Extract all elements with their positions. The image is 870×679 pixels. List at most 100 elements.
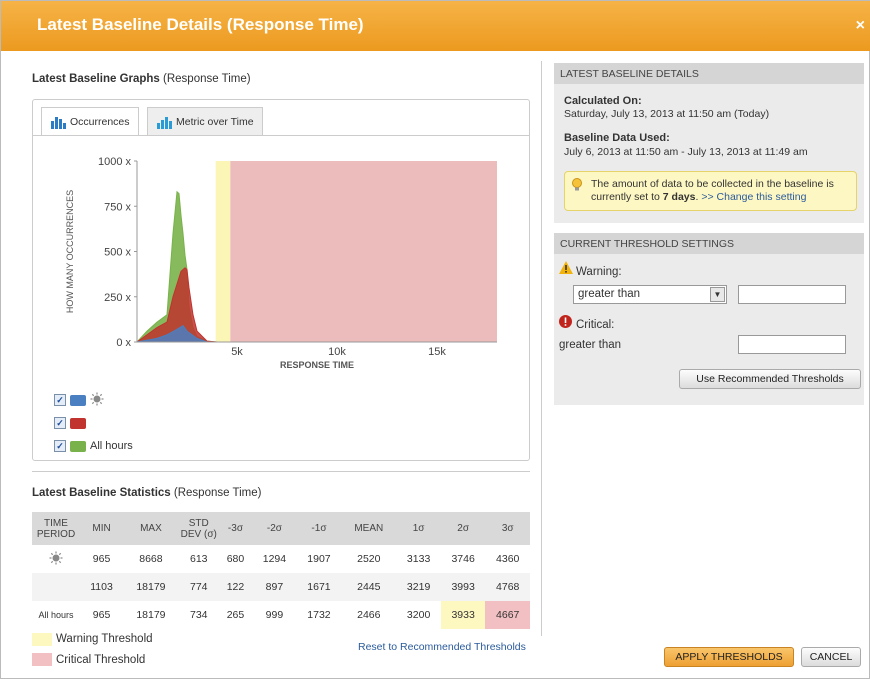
stats-heading-bold: Latest Baseline Statistics [32,487,171,499]
col-minus1: -1σ [296,512,342,545]
calculated-value: Saturday, July 13, 2013 at 11:50 am (Tod… [564,108,770,120]
cell: 897 [252,573,297,601]
table-row: 965 8668 613 680 1294 1907 2520 3133 374… [32,545,530,573]
cell: 3133 [406,553,431,565]
threshold-header: CURRENT THRESHOLD SETTINGS [554,233,864,254]
use-recommended-button[interactable]: Use Recommended Thresholds [679,369,861,389]
cell: 122 [218,573,253,601]
graphs-heading-rest: (Response Time) [159,73,251,85]
tab-metric-label: Metric over Time [176,115,254,128]
cell: 774 [178,573,219,601]
table-row: 1103 18179 774 122 897 1671 2445 3219 39… [32,573,530,601]
col-std-dev: STD DEV (σ) [178,512,219,545]
cell: 734 [189,609,208,621]
cell: 18179 [136,609,166,621]
y-tick-label: 0 x [116,337,131,349]
section-divider [32,471,530,472]
sun-icon [90,392,104,409]
col-min: MIN [80,512,124,545]
col-minus2: -2σ [252,512,297,545]
cell: 4360 [496,553,520,565]
legend-item-night[interactable]: ✓ [54,415,104,432]
graphs-heading: Latest Baseline Graphs (Response Time) [32,73,251,85]
y-tick-label: 500 x [104,247,131,259]
cell: 1294 [262,553,287,565]
cell-warning: 3933 [440,601,486,629]
cell: 3993 [440,573,486,601]
warning-label: Warning: [576,266,622,278]
col-plus3: 3σ [485,512,530,545]
cell: 4768 [485,573,530,601]
y-tick-label: 250 x [104,292,131,304]
day-checkbox[interactable]: ✓ [54,394,66,406]
cell: 999 [265,609,284,621]
cell: 3219 [396,573,441,601]
cell: 965 [92,553,111,565]
change-setting-link[interactable]: >> Change this setting [701,191,806,203]
legend-item-day[interactable]: ✓ [54,392,104,409]
column-separator [541,61,542,636]
col-plus2: 2σ [440,512,486,545]
y-axis-label: HOW MANY OCCURRENCES [65,190,75,313]
cell: 965 [92,609,111,621]
table-row: All hours 965 18179 734 265 999 1732 246… [32,601,530,629]
dialog-title: Latest Baseline Details (Response Time) [37,15,364,34]
cell: 680 [226,553,245,565]
day-swatch [70,394,86,406]
warning-operator-value: greater than [578,288,641,300]
stats-heading-rest: (Response Time) [170,487,262,499]
legend-item-all-hours[interactable]: ✓ All hours [54,439,133,453]
occurrences-chart: 1000 x 750 x 500 x 250 x 0 x 5k 10k 15k RESPONSE… [65,156,497,370]
critical-label: Critical: [576,319,615,331]
dialog-titlebar: Latest Baseline Details (Response Time) … [1,1,870,51]
cell: 613 [189,553,208,565]
warning-icon [559,261,573,277]
critical-key-label: Critical Threshold [56,654,146,666]
warning-band [215,161,231,342]
col-time-period: TIME PERIOD [32,512,80,545]
close-icon[interactable]: × [856,17,865,35]
cell: 1103 [80,573,124,601]
critical-key-swatch [32,653,52,666]
tab-metric-over-time[interactable]: Metric over Time [147,107,263,135]
critical-threshold-input[interactable] [738,335,846,354]
cell: 1907 [307,553,331,565]
x-tick-label: 15k [428,346,446,358]
y-tick-label: 750 x [104,201,131,213]
graphs-heading-bold: Latest Baseline Graphs [32,73,160,85]
moon-icon [32,573,80,601]
warning-key-swatch [32,633,52,646]
all-hours-label: All hours [90,440,133,452]
warning-threshold-input[interactable] [738,285,846,304]
x-tick-label: 5k [231,346,243,358]
bar-chart-icon [50,115,66,129]
cell: 2520 [357,553,381,565]
stats-header-row: TIME PERIOD MIN MAX STD DEV (σ) -3σ -2σ … [32,512,530,545]
tab-occurrences[interactable]: Occurrences [41,107,139,136]
critical-icon [559,315,572,331]
apply-thresholds-button[interactable]: APPLY THRESHOLDS [664,647,794,667]
data-used-label: Baseline Data Used: [564,132,670,144]
critical-operator: greater than [559,339,622,351]
moon-icon [90,415,104,432]
stats-table: TIME PERIOD MIN MAX STD DEV (σ) -3σ -2σ … [32,512,530,629]
hint-days: 7 days [662,191,696,203]
night-checkbox[interactable]: ✓ [54,417,66,429]
baseline-dialog: Latest Baseline Details (Response Time) … [0,0,870,679]
cancel-button[interactable]: CANCEL [801,647,861,667]
col-max: MAX [123,512,179,545]
col-mean: MEAN [341,512,397,545]
cell: 8668 [139,553,163,565]
stats-heading: Latest Baseline Statistics (Response Tim… [32,487,261,499]
cell-period: All hours [38,610,74,620]
all-hours-checkbox[interactable]: ✓ [54,440,66,452]
data-used-value: July 6, 2013 at 11:50 am - July 13, 2013… [564,146,808,158]
all-hours-swatch [70,440,86,452]
cell: 1732 [307,609,331,621]
hint-text-block: The amount of data to be collected in th… [591,178,853,204]
reset-thresholds-link[interactable]: Reset to Recommended Thresholds [358,641,526,653]
tab-occurrences-label: Occurrences [70,116,130,128]
warning-operator-select[interactable]: greater than ▼ [573,285,727,304]
night-swatch [70,417,86,429]
x-axis-label: RESPONSE TIME [280,360,354,370]
